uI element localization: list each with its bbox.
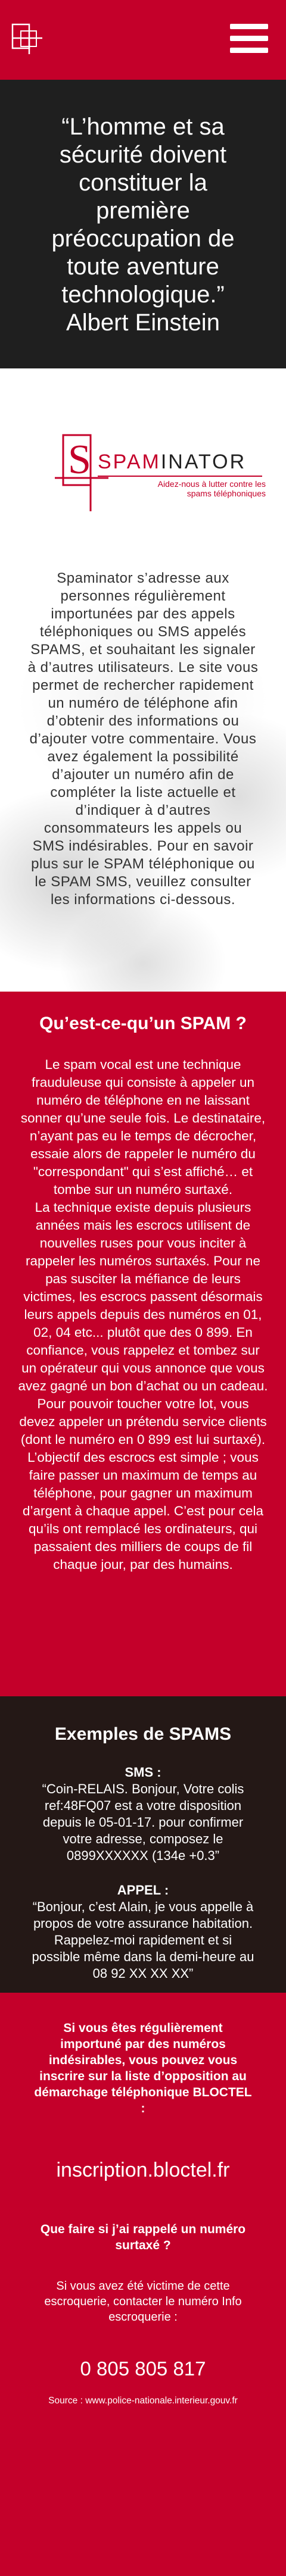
bloctel-link[interactable]: inscription.bloctel.fr <box>0 2158 286 2182</box>
intro-paragraph: Spaminator s’adresse aux personnes régul… <box>27 570 259 908</box>
sms-example: “Coin-RELAIS. Bonjour, Votre colis ref:4… <box>42 1781 244 1863</box>
brand-name-suffix: INATOR <box>160 451 247 473</box>
section-title: Qu’est-ce-qu’un SPAM ? <box>39 1014 247 1033</box>
footer-section: Si vous êtes régulièrement importuné par… <box>0 1993 286 2576</box>
brand-divider <box>98 476 262 477</box>
source-note: Source : www.police-nationale.interieur.… <box>48 2396 238 2406</box>
what-paragraph-2: La technique existe depuis plusieurs ann… <box>18 1200 268 1447</box>
page: “L’homme et sa sécurité doivent constitu… <box>0 0 286 2576</box>
what-paragraph-3: L’objectif des escrocs est simple ; vous… <box>22 1450 264 1572</box>
call-example: “Bonjour, c’est Alain, je vous appelle à… <box>32 1899 254 1981</box>
brand-logo: S SPAMINATOR Aidez-nous à lutter contre … <box>51 428 278 517</box>
call-label: APPEL : <box>117 1883 169 1897</box>
quote-section: “L’homme et sa sécurité doivent constitu… <box>0 80 286 368</box>
bloctel-lead: Si vous êtes régulièrement importuné par… <box>34 2021 252 2115</box>
intro-section: S SPAMINATOR Aidez-nous à lutter contre … <box>0 368 286 992</box>
surtax-description: Si vous avez été victime de cette escroq… <box>44 2280 242 2324</box>
brand-tagline: Aidez-nous à lutter contre les spams tél… <box>157 479 266 498</box>
surtax-question: Que faire si j’ai rappelé un numéro surt… <box>40 2222 246 2252</box>
section-title: Exemples de SPAMS <box>54 1724 232 1744</box>
svg-text:S: S <box>68 437 91 483</box>
hamburger-menu-icon[interactable] <box>230 24 268 54</box>
sms-label: SMS : <box>125 1765 161 1780</box>
brand-name: SPAMINATOR <box>98 451 246 474</box>
site-header <box>0 0 286 80</box>
quote-text: “L’homme et sa sécurité doivent constitu… <box>51 114 235 336</box>
what-is-spam-section: Qu’est-ce-qu’un SPAM ? Le spam vocal est… <box>0 992 286 1696</box>
spaminator-logo-icon[interactable] <box>11 23 44 56</box>
spam-examples-section: Exemples de SPAMS SMS : “Coin-RELAIS. Bo… <box>0 1696 286 1993</box>
what-paragraph-1: Le spam vocal est une technique fraudule… <box>20 1057 266 1197</box>
brand-name-prefix: SPAM <box>98 451 161 473</box>
info-escroquerie-phone[interactable]: 0 805 805 817 <box>0 2357 286 2381</box>
